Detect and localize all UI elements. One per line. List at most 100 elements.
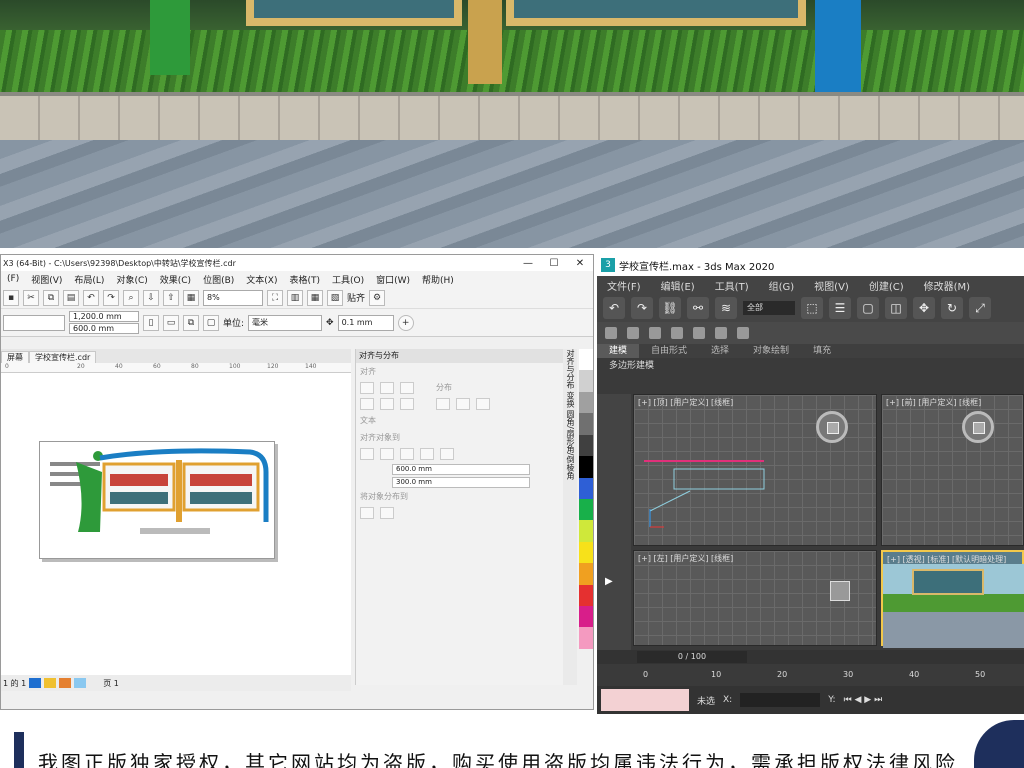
color-palette[interactable] xyxy=(579,349,593,649)
scale-icon[interactable]: ⤢ xyxy=(969,297,991,319)
page-width-field[interactable]: 1,200.0 mm xyxy=(69,311,139,322)
page-edge-button[interactable] xyxy=(380,448,394,460)
distribute-center-button[interactable] xyxy=(456,398,470,410)
docker-x-field[interactable]: 600.0 mm xyxy=(392,464,530,475)
page-center-button[interactable] xyxy=(400,448,414,460)
menu-text[interactable]: 文本(X) xyxy=(240,273,283,286)
copy-icon[interactable]: ⧉ xyxy=(43,289,59,306)
gear-icon[interactable]: ⚙ xyxy=(369,289,386,306)
align-center-button[interactable] xyxy=(380,382,394,394)
page-height-field[interactable]: 600.0 mm xyxy=(69,323,139,334)
tab-selection[interactable]: 选择 xyxy=(699,344,741,358)
menu-file[interactable]: (F) xyxy=(1,274,25,284)
align-left-button[interactable] xyxy=(360,382,374,394)
close-icon[interactable]: ✕ xyxy=(567,258,593,269)
align-right-button[interactable] xyxy=(400,382,414,394)
move-icon[interactable]: ✥ xyxy=(913,297,935,319)
render-setup-icon[interactable] xyxy=(671,327,683,339)
redo-icon[interactable]: ↷ xyxy=(631,297,653,319)
menu-file[interactable]: 文件(F) xyxy=(597,278,651,293)
menu-view[interactable]: 视图(V) xyxy=(25,273,68,286)
color-swatch[interactable] xyxy=(59,678,72,688)
page-tab[interactable]: 页 1 xyxy=(103,678,119,689)
paste-icon[interactable]: ▤ xyxy=(63,289,79,306)
maxscript-listener[interactable] xyxy=(601,689,689,711)
align-bottom-button[interactable] xyxy=(400,398,414,410)
unlink-icon[interactable]: ⚯ xyxy=(687,297,709,319)
redo-icon[interactable]: ↷ xyxy=(103,289,119,306)
palette-swatch[interactable] xyxy=(579,349,593,371)
save-icon[interactable]: ▪ xyxy=(3,289,19,306)
menu-window[interactable]: 窗口(W) xyxy=(370,273,416,286)
select-region-icon[interactable]: ▢ xyxy=(857,297,879,319)
rulers-icon[interactable]: ▥ xyxy=(287,289,303,306)
tab-welcome[interactable]: 屏幕 xyxy=(1,351,29,363)
menu-object[interactable]: 对象(C) xyxy=(110,273,153,286)
align-top-button[interactable] xyxy=(360,398,374,410)
menu-modifiers[interactable]: 修改器(M) xyxy=(914,278,980,293)
menu-tools[interactable]: 工具(O) xyxy=(326,273,370,286)
tab-freeform[interactable]: 自由形式 xyxy=(639,344,699,358)
palette-swatch[interactable] xyxy=(579,434,593,457)
docker-vertical-tabs[interactable]: 对齐与分布 变换 圆角/扇形角/倒棱角 xyxy=(563,349,577,685)
bind-spacewarp-icon[interactable]: ≋ xyxy=(715,297,737,319)
menu-layout[interactable]: 布局(L) xyxy=(68,273,110,286)
cut-icon[interactable]: ✂ xyxy=(23,289,39,306)
window-crossing-icon[interactable]: ◫ xyxy=(885,297,907,319)
tab-object-paint[interactable]: 对象绘制 xyxy=(741,344,801,358)
page-size-dropdown[interactable] xyxy=(3,314,65,331)
palette-swatch[interactable] xyxy=(579,391,593,414)
menu-table[interactable]: 表格(T) xyxy=(283,273,326,286)
render-frame-icon[interactable] xyxy=(693,327,705,339)
menu-group[interactable]: 组(G) xyxy=(759,278,805,293)
extent-page-button[interactable] xyxy=(380,507,394,519)
palette-swatch[interactable] xyxy=(579,584,593,607)
polygon-modeling-label[interactable]: 多边形建模 xyxy=(597,358,1024,371)
menu-effects[interactable]: 效果(C) xyxy=(154,273,197,286)
color-swatch[interactable] xyxy=(44,678,57,688)
tab-populate[interactable]: 填充 xyxy=(801,344,843,358)
color-swatch[interactable] xyxy=(29,678,42,688)
undo-icon[interactable]: ↶ xyxy=(83,289,99,306)
distribute-right-button[interactable] xyxy=(476,398,490,410)
export-icon[interactable]: ⇧ xyxy=(163,289,179,306)
layers-icon[interactable] xyxy=(627,327,639,339)
select-by-name-icon[interactable]: ☰ xyxy=(829,297,851,319)
specified-point-button[interactable] xyxy=(440,448,454,460)
link-icon[interactable]: ⛓ xyxy=(659,297,681,319)
fullscreen-icon[interactable]: ⛶ xyxy=(267,289,283,306)
menu-help[interactable]: 帮助(H) xyxy=(416,273,460,286)
grid-button[interactable] xyxy=(420,448,434,460)
portrait-icon[interactable]: ▯ xyxy=(143,314,159,331)
nudge-field[interactable]: 0.1 mm xyxy=(337,314,394,331)
import-icon[interactable]: ⇩ xyxy=(143,289,159,306)
grid-icon[interactable]: ▦ xyxy=(307,289,323,306)
tab-document[interactable]: 学校宣传栏.cdr xyxy=(29,351,97,363)
viewport-left[interactable]: [+] [左] [用户定义] [线框] xyxy=(633,550,877,646)
viewcube-icon[interactable] xyxy=(962,411,994,443)
menu-views[interactable]: 视图(V) xyxy=(804,278,859,293)
play-icon[interactable]: ▶ xyxy=(605,576,613,587)
tab-modeling[interactable]: 建模 xyxy=(597,344,640,358)
material-icon[interactable] xyxy=(649,327,661,339)
add-icon[interactable]: + xyxy=(397,314,414,331)
palette-swatch[interactable] xyxy=(579,477,593,499)
minimize-icon[interactable]: — xyxy=(515,258,541,269)
viewport-front[interactable]: [+] [前] [用户定义] [线框] xyxy=(881,394,1024,546)
menu-edit[interactable]: 编辑(E) xyxy=(651,278,705,293)
search-icon[interactable]: ⌕ xyxy=(123,289,139,306)
snap-to-dropdown[interactable]: 贴齐 xyxy=(347,291,365,304)
active-objects-button[interactable] xyxy=(360,448,374,460)
viewcube-icon[interactable] xyxy=(830,581,850,601)
select-icon[interactable]: ⬚ xyxy=(801,297,823,319)
viewport-top[interactable]: [+] [顶] [用户定义] [线框] xyxy=(633,394,877,546)
distribute-left-button[interactable] xyxy=(436,398,450,410)
docker-y-field[interactable]: 300.0 mm xyxy=(392,477,530,488)
playback-controls[interactable]: ⏮ ◀ ▶ ⏭ xyxy=(844,695,883,705)
guides-icon[interactable]: ▧ xyxy=(327,289,343,306)
all-pages-icon[interactable]: ⧉ xyxy=(183,314,199,331)
landscape-icon[interactable]: ▭ xyxy=(163,314,179,331)
drawing-page[interactable] xyxy=(39,441,275,559)
extent-selection-button[interactable] xyxy=(360,507,374,519)
palette-swatch[interactable] xyxy=(579,563,593,585)
